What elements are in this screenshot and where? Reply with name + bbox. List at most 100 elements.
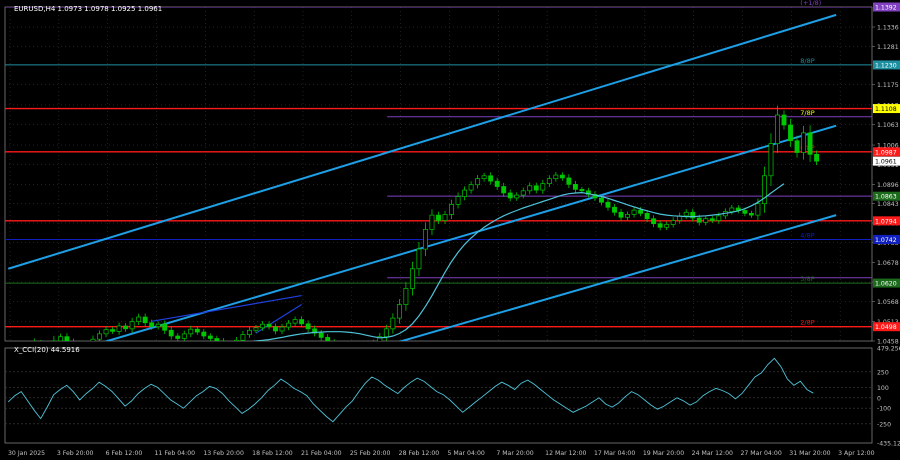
price-tag-label: 1.0620 xyxy=(875,281,897,288)
candle-body xyxy=(260,323,265,329)
price-tag-label: 1.0498 xyxy=(875,324,897,331)
candle-body xyxy=(468,184,474,191)
candle-body xyxy=(716,215,722,221)
candle-body xyxy=(194,328,200,333)
time-tick-label: 5 Mar 04:00 xyxy=(447,450,484,457)
candle-body xyxy=(546,178,552,185)
candle-body xyxy=(814,153,820,162)
candle-body xyxy=(775,114,780,144)
candle-body xyxy=(475,178,481,186)
candle-body xyxy=(788,124,793,142)
candle-body xyxy=(57,336,63,341)
candle-body xyxy=(625,214,630,218)
price-tick-label: 1.1175 xyxy=(877,82,899,89)
murrey-level-label: (+1/8) xyxy=(800,0,821,7)
candle-body xyxy=(729,207,735,212)
candle-body xyxy=(599,197,604,203)
candle-body xyxy=(579,189,585,192)
candle-body xyxy=(403,288,409,305)
candle-body xyxy=(755,203,761,216)
murrey-level-label: 7/8P xyxy=(800,109,814,117)
candle-body xyxy=(168,329,174,337)
candle-body xyxy=(442,214,448,221)
candle-body xyxy=(801,132,806,153)
candle-body xyxy=(520,190,526,196)
candle-body xyxy=(449,204,454,215)
time-tick-label: 27 Mar 04:00 xyxy=(740,450,781,457)
time-tick-label: 6 Feb 12:00 xyxy=(106,450,143,457)
candle-body xyxy=(683,211,689,217)
time-tick-label: 3 Apr 12:00 xyxy=(838,450,874,457)
price-tag-label: 1.1230 xyxy=(875,62,897,69)
candle-body xyxy=(768,143,774,177)
candle-body xyxy=(742,210,748,214)
cci-tick-label: -100 xyxy=(877,406,891,413)
candle-body xyxy=(110,329,115,332)
time-tick-label: 11 Feb 04:00 xyxy=(154,450,195,457)
time-tick-label: 24 Mar 12:00 xyxy=(692,450,733,457)
time-tick-label: 18 Feb 12:00 xyxy=(252,450,293,457)
candle-body xyxy=(201,331,207,337)
candle-body xyxy=(181,333,187,339)
candle-body xyxy=(670,220,676,225)
candle-body xyxy=(299,319,305,325)
price-tag-label: 1.0961 xyxy=(875,159,897,166)
candle-body xyxy=(279,326,285,332)
candle-body xyxy=(162,323,168,331)
symbol-info-label: EURUSD,H4 1.0973 1.0978 1.0925 1.0961 xyxy=(14,5,162,13)
candle-body xyxy=(527,185,533,192)
cci-tick-label: 100 xyxy=(877,385,889,392)
cci-tick-label: 479.2565 xyxy=(877,346,900,353)
price-tick-label: 1.0896 xyxy=(877,182,899,189)
candle-body xyxy=(116,325,122,332)
time-tick-label: 31 Mar 20:00 xyxy=(789,450,830,457)
candle-body xyxy=(305,323,311,330)
price-tag-label: 1.0794 xyxy=(875,218,897,225)
candle-body xyxy=(429,214,435,230)
candle-body xyxy=(390,317,396,330)
candle-body xyxy=(155,323,161,328)
price-tag-label: 1.0742 xyxy=(875,237,897,244)
candle-body xyxy=(292,319,298,324)
price-tag-label: 1.0987 xyxy=(875,149,897,156)
candle-body xyxy=(455,196,461,205)
candle-body xyxy=(123,325,129,330)
cci-tick-label: -435.125 xyxy=(877,441,900,448)
candle-body xyxy=(247,329,252,335)
candle-body xyxy=(266,323,272,328)
candle-body xyxy=(501,186,507,194)
candle-body xyxy=(494,180,500,187)
murrey-level-label: 4/8P xyxy=(800,231,814,239)
candle-body xyxy=(794,140,800,153)
candle-body xyxy=(383,328,389,338)
candle-body xyxy=(709,218,715,221)
candle-body xyxy=(507,192,513,199)
candle-body xyxy=(273,326,278,332)
cci-tick-label: 0 xyxy=(877,395,881,402)
candle-body xyxy=(605,201,611,208)
candle-body xyxy=(214,338,220,341)
time-tick-label: 21 Feb 04:00 xyxy=(301,450,342,457)
price-tick-label: 1.1281 xyxy=(877,44,899,51)
candle-body xyxy=(657,223,663,228)
time-tick-label: 25 Feb 20:00 xyxy=(350,450,391,457)
murrey-level-label: 3/8P xyxy=(800,275,814,283)
candle-body xyxy=(175,335,181,339)
candle-body xyxy=(566,177,572,185)
cci-tick-label: -250 xyxy=(877,421,891,428)
price-tick-label: 1.0458 xyxy=(877,339,899,346)
cci-tick-label: 250 xyxy=(877,369,889,376)
candle-body xyxy=(696,217,702,223)
price-tick-label: 1.0843 xyxy=(877,201,899,208)
candle-body xyxy=(612,206,617,213)
candle-body xyxy=(103,329,109,335)
candle-body xyxy=(514,194,520,199)
candle-body xyxy=(488,175,494,182)
candle-body xyxy=(651,218,657,225)
candle-body xyxy=(703,218,709,223)
candle-body xyxy=(533,185,539,191)
candle-body xyxy=(286,322,292,328)
candle-body xyxy=(481,175,487,179)
candle-body xyxy=(396,304,402,319)
candle-body xyxy=(631,209,637,215)
